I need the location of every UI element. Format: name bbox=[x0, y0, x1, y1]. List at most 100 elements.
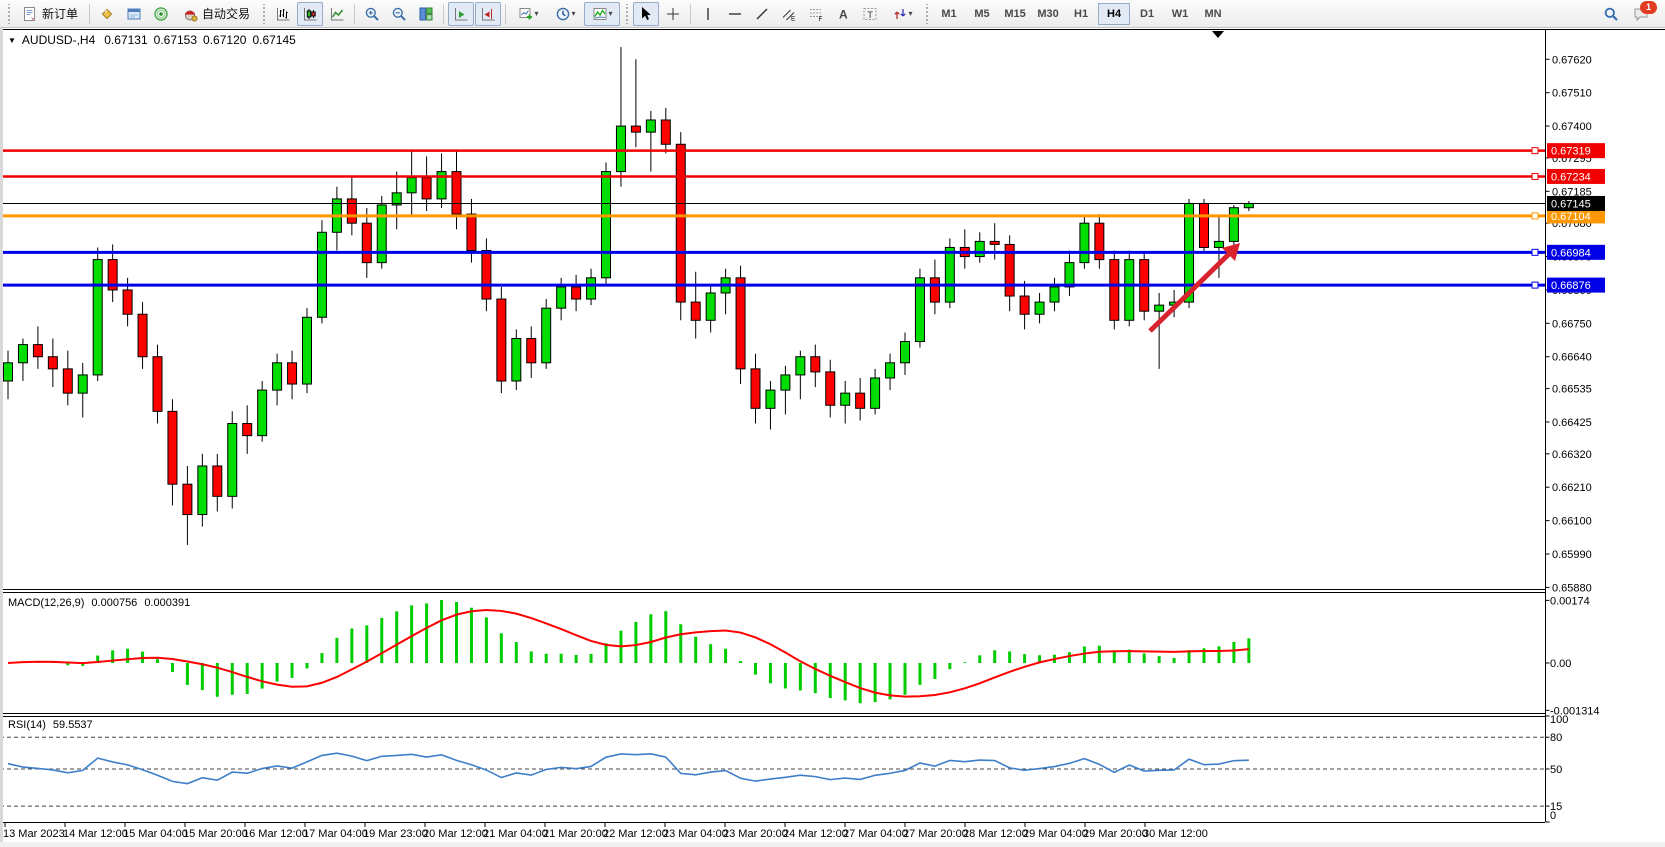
svg-text:50: 50 bbox=[1550, 764, 1562, 776]
svg-text:F: F bbox=[819, 16, 823, 22]
chart-header: ▼ AUDUSD-,H4 0.67131 0.67153 0.67120 0.6… bbox=[8, 33, 296, 47]
svg-text:22 Mar 12:00: 22 Mar 12:00 bbox=[603, 828, 668, 840]
horizontal-line-button[interactable] bbox=[722, 2, 748, 26]
arrows-button[interactable]: ▾ bbox=[884, 2, 920, 26]
svg-text:28 Mar 12:00: 28 Mar 12:00 bbox=[963, 828, 1028, 840]
svg-text:23 Mar 04:00: 23 Mar 04:00 bbox=[663, 828, 728, 840]
dropdown-caret: ▾ bbox=[909, 9, 913, 18]
tf-d1-button[interactable]: D1 bbox=[1131, 3, 1163, 25]
auto-trading-button[interactable]: 自动交易 bbox=[175, 2, 257, 26]
svg-text:0.67319: 0.67319 bbox=[1551, 146, 1591, 158]
svg-text:0: 0 bbox=[1550, 810, 1556, 822]
svg-text:0.00174: 0.00174 bbox=[1550, 595, 1590, 607]
tf-mn-button[interactable]: MN bbox=[1197, 3, 1229, 25]
chart-candles-icon bbox=[302, 6, 318, 22]
svg-text:21 Mar 04:00: 21 Mar 04:00 bbox=[483, 828, 548, 840]
new-order-label: 新订单 bbox=[42, 5, 78, 22]
text-label-button[interactable]: T bbox=[857, 2, 883, 26]
trendline-icon bbox=[754, 6, 770, 22]
collapse-triangle-icon[interactable]: ▼ bbox=[8, 36, 16, 45]
toolbar-separator bbox=[443, 4, 444, 24]
svg-text:0.66876: 0.66876 bbox=[1551, 280, 1591, 292]
svg-text:E: E bbox=[791, 15, 796, 22]
candles bbox=[4, 47, 1254, 545]
svg-text:30 Mar 12:00: 30 Mar 12:00 bbox=[1143, 828, 1208, 840]
tf-h4-button[interactable]: H4 bbox=[1098, 3, 1130, 25]
new-chart-button[interactable]: ▾ bbox=[510, 2, 546, 26]
new-order-button[interactable]: 新订单 bbox=[15, 2, 85, 26]
main-toolbar: 新订单 自动交易 bbox=[0, 0, 1665, 28]
svg-text:0.67234: 0.67234 bbox=[1551, 171, 1591, 183]
tf-m1-button[interactable]: M1 bbox=[933, 3, 965, 25]
indicators-button[interactable]: ▾ bbox=[584, 2, 620, 26]
tf-m30-button[interactable]: M30 bbox=[1032, 3, 1064, 25]
chart-close-value: 0.67145 bbox=[252, 33, 295, 47]
zoom-in-button[interactable] bbox=[359, 2, 385, 26]
svg-text:0.66425: 0.66425 bbox=[1552, 417, 1592, 429]
search-button[interactable] bbox=[1598, 2, 1624, 26]
dropdown-caret: ▾ bbox=[535, 9, 539, 18]
vertical-line-icon bbox=[700, 6, 716, 22]
chart-candles-button[interactable] bbox=[297, 2, 323, 26]
svg-text:0.66210: 0.66210 bbox=[1552, 482, 1592, 494]
svg-text:29 Mar 04:00: 29 Mar 04:00 bbox=[1023, 828, 1088, 840]
data-window-icon bbox=[126, 6, 142, 22]
chart-symbol-label: AUDUSD-,H4 bbox=[22, 33, 95, 47]
chart-canvas[interactable]: 0.676200.675100.674000.672950.671850.670… bbox=[0, 28, 1665, 847]
chart-low-value: 0.67120 bbox=[203, 33, 246, 47]
tf-m5-button[interactable]: M5 bbox=[966, 3, 998, 25]
chart-line-button[interactable] bbox=[324, 2, 350, 26]
toolbar-grip bbox=[261, 4, 266, 24]
svg-text:15 Mar 20:00: 15 Mar 20:00 bbox=[183, 828, 248, 840]
svg-text:T: T bbox=[867, 9, 873, 19]
svg-text:23 Mar 20:00: 23 Mar 20:00 bbox=[723, 828, 788, 840]
channel-button[interactable]: E bbox=[776, 2, 802, 26]
svg-text:0.66984: 0.66984 bbox=[1551, 247, 1591, 259]
crosshair-icon bbox=[665, 6, 681, 22]
auto-trading-label: 自动交易 bbox=[202, 5, 250, 22]
chart-shift-button[interactable] bbox=[475, 2, 501, 26]
macd-signal-line bbox=[8, 610, 1249, 697]
text-button[interactable]: A bbox=[830, 2, 856, 26]
svg-text:16 Mar 12:00: 16 Mar 12:00 bbox=[243, 828, 308, 840]
svg-text:0.66100: 0.66100 bbox=[1552, 516, 1592, 528]
zoom-out-button[interactable] bbox=[386, 2, 412, 26]
data-window-button[interactable] bbox=[121, 2, 147, 26]
new-chart-icon bbox=[518, 6, 534, 22]
svg-text:27 Mar 04:00: 27 Mar 04:00 bbox=[843, 828, 908, 840]
new-order-icon bbox=[22, 6, 38, 22]
clock-icon bbox=[555, 6, 571, 22]
shift-marker-icon bbox=[1212, 31, 1224, 38]
chart-bars-icon bbox=[275, 6, 291, 22]
tf-m15-button[interactable]: M15 bbox=[999, 3, 1031, 25]
periods-button[interactable]: ▾ bbox=[547, 2, 583, 26]
macd-name: MACD(12,26,9) bbox=[8, 597, 84, 609]
svg-text:0.66640: 0.66640 bbox=[1552, 352, 1592, 364]
svg-text:13 Mar 2023: 13 Mar 2023 bbox=[3, 828, 65, 840]
fibonacci-button[interactable]: F bbox=[803, 2, 829, 26]
indicators-icon bbox=[592, 6, 608, 22]
dropdown-caret: ▾ bbox=[572, 9, 576, 18]
auto-scroll-icon bbox=[453, 6, 469, 22]
notification-badge: 1 bbox=[1640, 1, 1657, 14]
market-watch-button[interactable] bbox=[94, 2, 120, 26]
trendline-button[interactable] bbox=[749, 2, 775, 26]
signals-button[interactable] bbox=[148, 2, 174, 26]
text-icon: A bbox=[835, 6, 851, 22]
tile-windows-button[interactable] bbox=[413, 2, 439, 26]
rsi-name: RSI(14) bbox=[8, 719, 46, 731]
tf-w1-button[interactable]: W1 bbox=[1164, 3, 1196, 25]
vertical-line-button[interactable] bbox=[695, 2, 721, 26]
chart-open-value: 0.67131 bbox=[104, 33, 147, 47]
cursor-icon bbox=[638, 6, 654, 22]
svg-text:100: 100 bbox=[1550, 714, 1568, 726]
text-label-icon: T bbox=[862, 6, 878, 22]
notifications-button[interactable]: 1 bbox=[1628, 2, 1654, 26]
svg-text:A: A bbox=[839, 7, 848, 21]
tf-h1-button[interactable]: H1 bbox=[1065, 3, 1097, 25]
horizontal-line-icon bbox=[727, 6, 743, 22]
chart-bars-button[interactable] bbox=[270, 2, 296, 26]
crosshair-button[interactable] bbox=[660, 2, 686, 26]
cursor-button[interactable] bbox=[633, 2, 659, 26]
auto-scroll-button[interactable] bbox=[448, 2, 474, 26]
